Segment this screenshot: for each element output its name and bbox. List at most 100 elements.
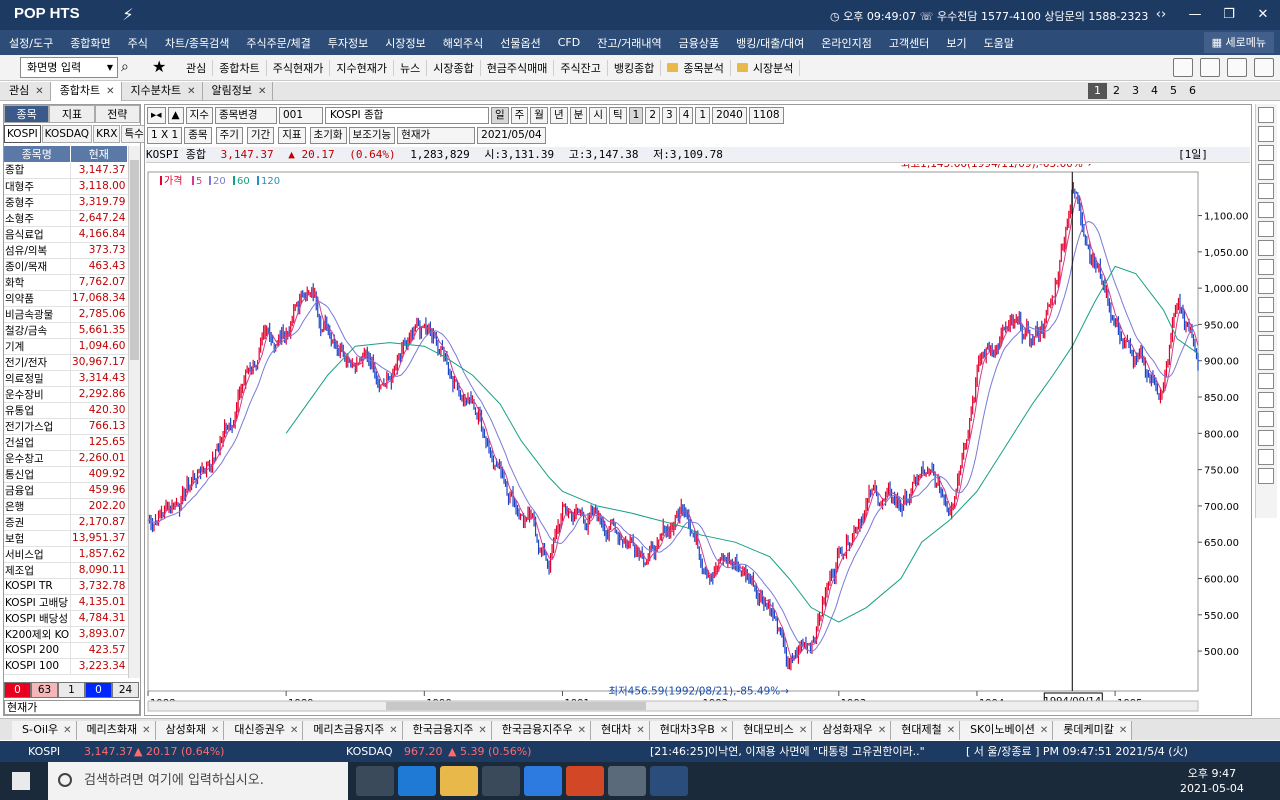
table-row[interactable]: KOSPI 100 3,223.34 — [4, 658, 128, 675]
page-button[interactable]: 1 — [1088, 83, 1107, 99]
price-chart[interactable]: 1,100.00 1,050.00 1,000.00 950.00 900.00 850.… — [146, 164, 1252, 715]
close-icon[interactable]: ✕ — [187, 86, 195, 97]
chart-control[interactable]: 보조기능 — [348, 126, 396, 144]
tool-icon[interactable] — [1258, 468, 1274, 484]
scroll-thumb[interactable] — [130, 160, 139, 360]
window-tab[interactable]: 알림정보 ✕ — [203, 82, 274, 101]
chart-control[interactable]: 2021/05/04 — [477, 126, 546, 144]
menu-item[interactable]: 온라인지점 — [812, 35, 880, 51]
menu-item[interactable]: 해외주식 — [434, 35, 491, 51]
print-icon[interactable] — [1227, 58, 1247, 77]
close-button[interactable]: ✕ — [1246, 0, 1280, 30]
chart-control[interactable]: 현재가 — [397, 126, 476, 144]
menu-item[interactable]: 주식 — [119, 35, 156, 51]
table-row[interactable]: KOSPI 배당성 4,784.31 — [4, 610, 128, 627]
stock-tab[interactable]: 현대차 ✕ — [591, 721, 650, 740]
table-row[interactable]: 중형주 3,319.79 — [4, 194, 128, 211]
table-row[interactable]: 통신업 409.92 — [4, 466, 128, 483]
app-icon[interactable] — [608, 766, 646, 796]
chart-control[interactable]: 2040 — [712, 106, 747, 124]
dropdown-icon[interactable]: ▼ — [107, 58, 113, 77]
toolbar-item[interactable]: 주식현재가 — [267, 59, 331, 76]
table-row[interactable]: 종합 3,147.37 — [4, 162, 128, 179]
chart-control[interactable]: 001 — [278, 106, 323, 124]
menu-item[interactable]: 종합화면 — [61, 35, 118, 51]
tool-icon[interactable] — [1258, 126, 1274, 142]
close-icon[interactable]: ✕ — [35, 86, 43, 97]
table-row[interactable]: 운수장비 2,292.86 — [4, 386, 128, 403]
panel-tab[interactable]: 전략 — [94, 105, 140, 123]
info-period[interactable]: [1일] — [1178, 147, 1208, 162]
table-row[interactable]: 기계 1,094.60 — [4, 338, 128, 355]
chart-control[interactable]: 종목 — [184, 126, 212, 144]
chart-control[interactable]: 기간 — [246, 126, 275, 144]
chart-control[interactable]: 3 — [662, 106, 677, 124]
chart-control[interactable]: 일 — [490, 106, 509, 124]
table-row[interactable]: 섬유/의복 373.73 — [4, 242, 128, 259]
close-icon[interactable]: ✕ — [1040, 725, 1048, 736]
tool-icon[interactable] — [1258, 107, 1274, 123]
menu-item[interactable]: 시장정보 — [376, 35, 433, 51]
lightning-icon[interactable]: ⚡ — [116, 3, 140, 27]
tool-icon[interactable] — [1258, 411, 1274, 427]
tool-icon[interactable] — [1258, 449, 1274, 465]
stock-tab[interactable]: SK이노베이션 ✕ — [960, 721, 1054, 740]
tool-icon[interactable] — [1258, 335, 1274, 351]
toolbar-item[interactable]: 뱅킹종합 — [608, 59, 662, 76]
table-row[interactable]: 전기가스업 766.13 — [4, 418, 128, 435]
tool-icon[interactable] — [1258, 373, 1274, 389]
close-icon[interactable]: ✕ — [389, 725, 397, 736]
close-icon[interactable]: ✕ — [63, 725, 71, 736]
close-icon[interactable]: ✕ — [578, 725, 586, 736]
chart-control[interactable]: 월 — [530, 106, 548, 124]
market-tab[interactable]: KOSDAQ — [41, 125, 93, 143]
table-row[interactable]: 은행 202.20 — [4, 498, 128, 515]
pophts-icon[interactable] — [650, 766, 688, 796]
list-scrollbar[interactable] — [128, 146, 140, 678]
chart-control[interactable]: 종목변경 — [214, 106, 277, 124]
chart-control[interactable]: 시 — [589, 106, 607, 124]
table-row[interactable]: 종이/목재 463.43 — [4, 258, 128, 275]
stock-tab[interactable]: 삼성화재 ✕ — [155, 721, 225, 740]
tool-icon[interactable] — [1258, 202, 1274, 218]
chart-control[interactable]: 초기화 — [309, 126, 347, 144]
menu-item[interactable]: 도움말 — [975, 35, 1022, 51]
maximize-button[interactable]: ❐ — [1212, 0, 1246, 30]
table-row[interactable]: 증권 2,170.87 — [4, 514, 128, 531]
news-ticker[interactable]: [21:46:25]이낙연, 이재용 사면에 "대통령 고유권한이라.." — [650, 741, 925, 762]
stock-tab[interactable]: 현대모비스 ✕ — [733, 721, 813, 740]
taskbar-clock[interactable]: 오후 9:47 2021-05-04 — [1180, 766, 1244, 796]
toolbar-item[interactable]: 주식잔고 — [554, 59, 608, 76]
market-tab[interactable]: KOSPI — [4, 125, 41, 143]
chart-control[interactable]: 1108 — [748, 106, 784, 124]
stock-tab[interactable]: 현대차3우B ✕ — [649, 721, 734, 740]
close-icon[interactable]: ✕ — [636, 725, 644, 736]
table-row[interactable]: 유통업 420.30 — [4, 402, 128, 419]
edge-icon[interactable] — [398, 766, 436, 796]
stock-tab[interactable]: S-Oil우 ✕ — [12, 721, 77, 740]
store-icon[interactable] — [482, 766, 520, 796]
table-row[interactable]: KOSPI 200 423.57 — [4, 642, 128, 659]
office-icon[interactable] — [566, 766, 604, 796]
tool-icon[interactable] — [1258, 259, 1274, 275]
close-icon[interactable]: ✕ — [258, 86, 266, 97]
tool-icon[interactable] — [1258, 240, 1274, 256]
tool-icon[interactable] — [1258, 430, 1274, 446]
stock-tab[interactable]: 롯데케미칼 ✕ — [1053, 721, 1133, 740]
tool-icon[interactable] — [1258, 354, 1274, 370]
close-icon[interactable]: ✕ — [211, 725, 219, 736]
chart-control[interactable]: 1 X 1 — [147, 126, 183, 144]
table-row[interactable]: 보험 13,951.37 — [4, 530, 128, 547]
menu-item[interactable]: 잔고/거래내역 — [588, 35, 669, 51]
close-icon[interactable]: ✕ — [878, 725, 886, 736]
table-row[interactable]: 건설업 125.65 — [4, 434, 128, 451]
tool-icon[interactable] — [1258, 183, 1274, 199]
toolbar-item[interactable]: 뉴스 — [394, 59, 428, 76]
nav-icon[interactable]: ‹› — [1144, 0, 1178, 30]
toolbar-folder[interactable]: 종목분석 — [661, 59, 731, 76]
menu-item[interactable]: 주식주문/체결 — [237, 35, 318, 51]
table-row[interactable]: 전기/전자 30,967.17 — [4, 354, 128, 371]
toolbar-item[interactable]: 현금주식매매 — [481, 59, 555, 76]
window-tab[interactable]: 지수분차트 ✕ — [122, 82, 203, 101]
move-icon[interactable]: ▸◂ — [147, 106, 166, 124]
